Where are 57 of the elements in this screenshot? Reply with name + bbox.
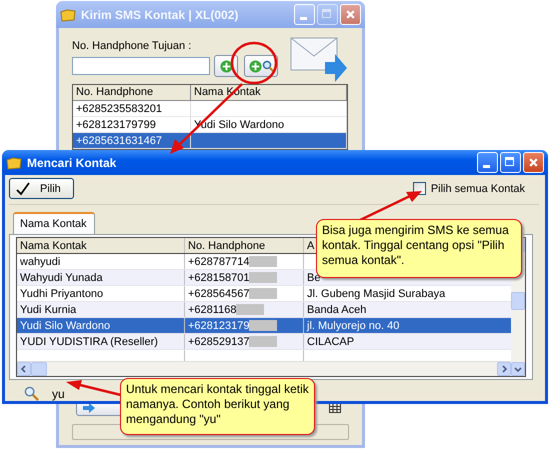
- search-field[interactable]: yu: [52, 386, 65, 400]
- table-row[interactable]: Yudi Silo Wardono +628123179 jl. Mulyorejo no. 40: [17, 318, 511, 334]
- search-icon: [24, 386, 39, 401]
- horizontal-scrollbar[interactable]: [17, 361, 511, 376]
- scroll-left-button[interactable]: [17, 362, 31, 376]
- table-cell: CILACAP: [307, 336, 354, 348]
- window-title: Kirim SMS Kontak | XL(002): [81, 8, 240, 22]
- close-icon: [528, 157, 539, 168]
- column-header[interactable]: A: [307, 240, 314, 252]
- folder-icon: [60, 6, 76, 22]
- table-row[interactable]: +6285235583201: [73, 101, 347, 117]
- table-cell: Yudi Kurnia: [17, 302, 185, 317]
- close-icon: [345, 9, 356, 20]
- plus-icon: [248, 60, 262, 72]
- table-cell: YUDI YUDISTIRA (Reseller): [17, 334, 185, 349]
- scroll-right-button[interactable]: [497, 362, 511, 376]
- table-cell: wahyudi: [17, 254, 185, 269]
- table-cell: +6285235583201: [73, 100, 191, 116]
- grid-icon[interactable]: [329, 403, 341, 413]
- column-header[interactable]: No. Handphone: [73, 85, 191, 101]
- table-cell: Wahyudi Yunada: [17, 270, 185, 285]
- table-cell: Jl. Gubeng Masjid Surabaya: [307, 288, 446, 300]
- close-button[interactable]: [523, 152, 544, 173]
- phone-input-field[interactable]: [72, 57, 210, 75]
- plus-icon: [220, 60, 232, 72]
- minimize-button[interactable]: [477, 152, 498, 173]
- table-cell: +628564567: [188, 288, 250, 300]
- table-cell: Banda Aceh: [307, 304, 366, 316]
- search-contact-button[interactable]: [244, 55, 278, 77]
- window-title: Mencari Kontak: [27, 156, 118, 170]
- table-row[interactable]: +6285631631467: [73, 133, 347, 149]
- table-cell: +628123179: [188, 320, 250, 332]
- search-icon: [262, 60, 274, 72]
- field-label: No. Handphone Tujuan :: [72, 40, 192, 52]
- scroll-thumb[interactable]: [31, 362, 47, 376]
- table-cell: +628787714: [188, 256, 250, 268]
- tab[interactable]: Nama Kontak: [13, 212, 95, 234]
- table-cell: +6281168: [188, 304, 236, 316]
- table-cell: +628158701: [188, 272, 250, 284]
- scroll-thumb[interactable]: [511, 292, 525, 310]
- table-row[interactable]: Yudhi Priyantono +628564567 Jl. Gubeng Masjid Surabaya: [17, 286, 511, 302]
- table-cell: +628529137: [188, 336, 250, 348]
- column-header[interactable]: Nama Kontak: [20, 240, 87, 252]
- select-button[interactable]: Pilih: [9, 178, 74, 199]
- table-row[interactable]: Yudi Kurnia +6281168 Banda Aceh: [17, 302, 511, 318]
- callout-tooltip: Untuk mencari kontak tinggal ketik namanya. Contoh berikut yang mengandung "yu": [120, 378, 315, 435]
- table-cell: jl. Mulyorejo no. 40: [307, 320, 400, 332]
- arrow-icon: [83, 403, 95, 413]
- table-row[interactable]: YUDI YUDISTIRA (Reseller) +628529137 CILACAP: [17, 334, 511, 350]
- table-cell: Yudi Silo Wardono: [17, 318, 185, 333]
- checkmark-icon: [16, 182, 30, 196]
- table-cell: Yudhi Priyantono: [17, 286, 185, 301]
- highlight-circle: [230, 42, 278, 84]
- maximize-button[interactable]: [500, 152, 521, 173]
- scroll-down-button[interactable]: [511, 362, 525, 376]
- column-header[interactable]: No. Handphone: [188, 240, 266, 252]
- folder-icon: [6, 154, 22, 170]
